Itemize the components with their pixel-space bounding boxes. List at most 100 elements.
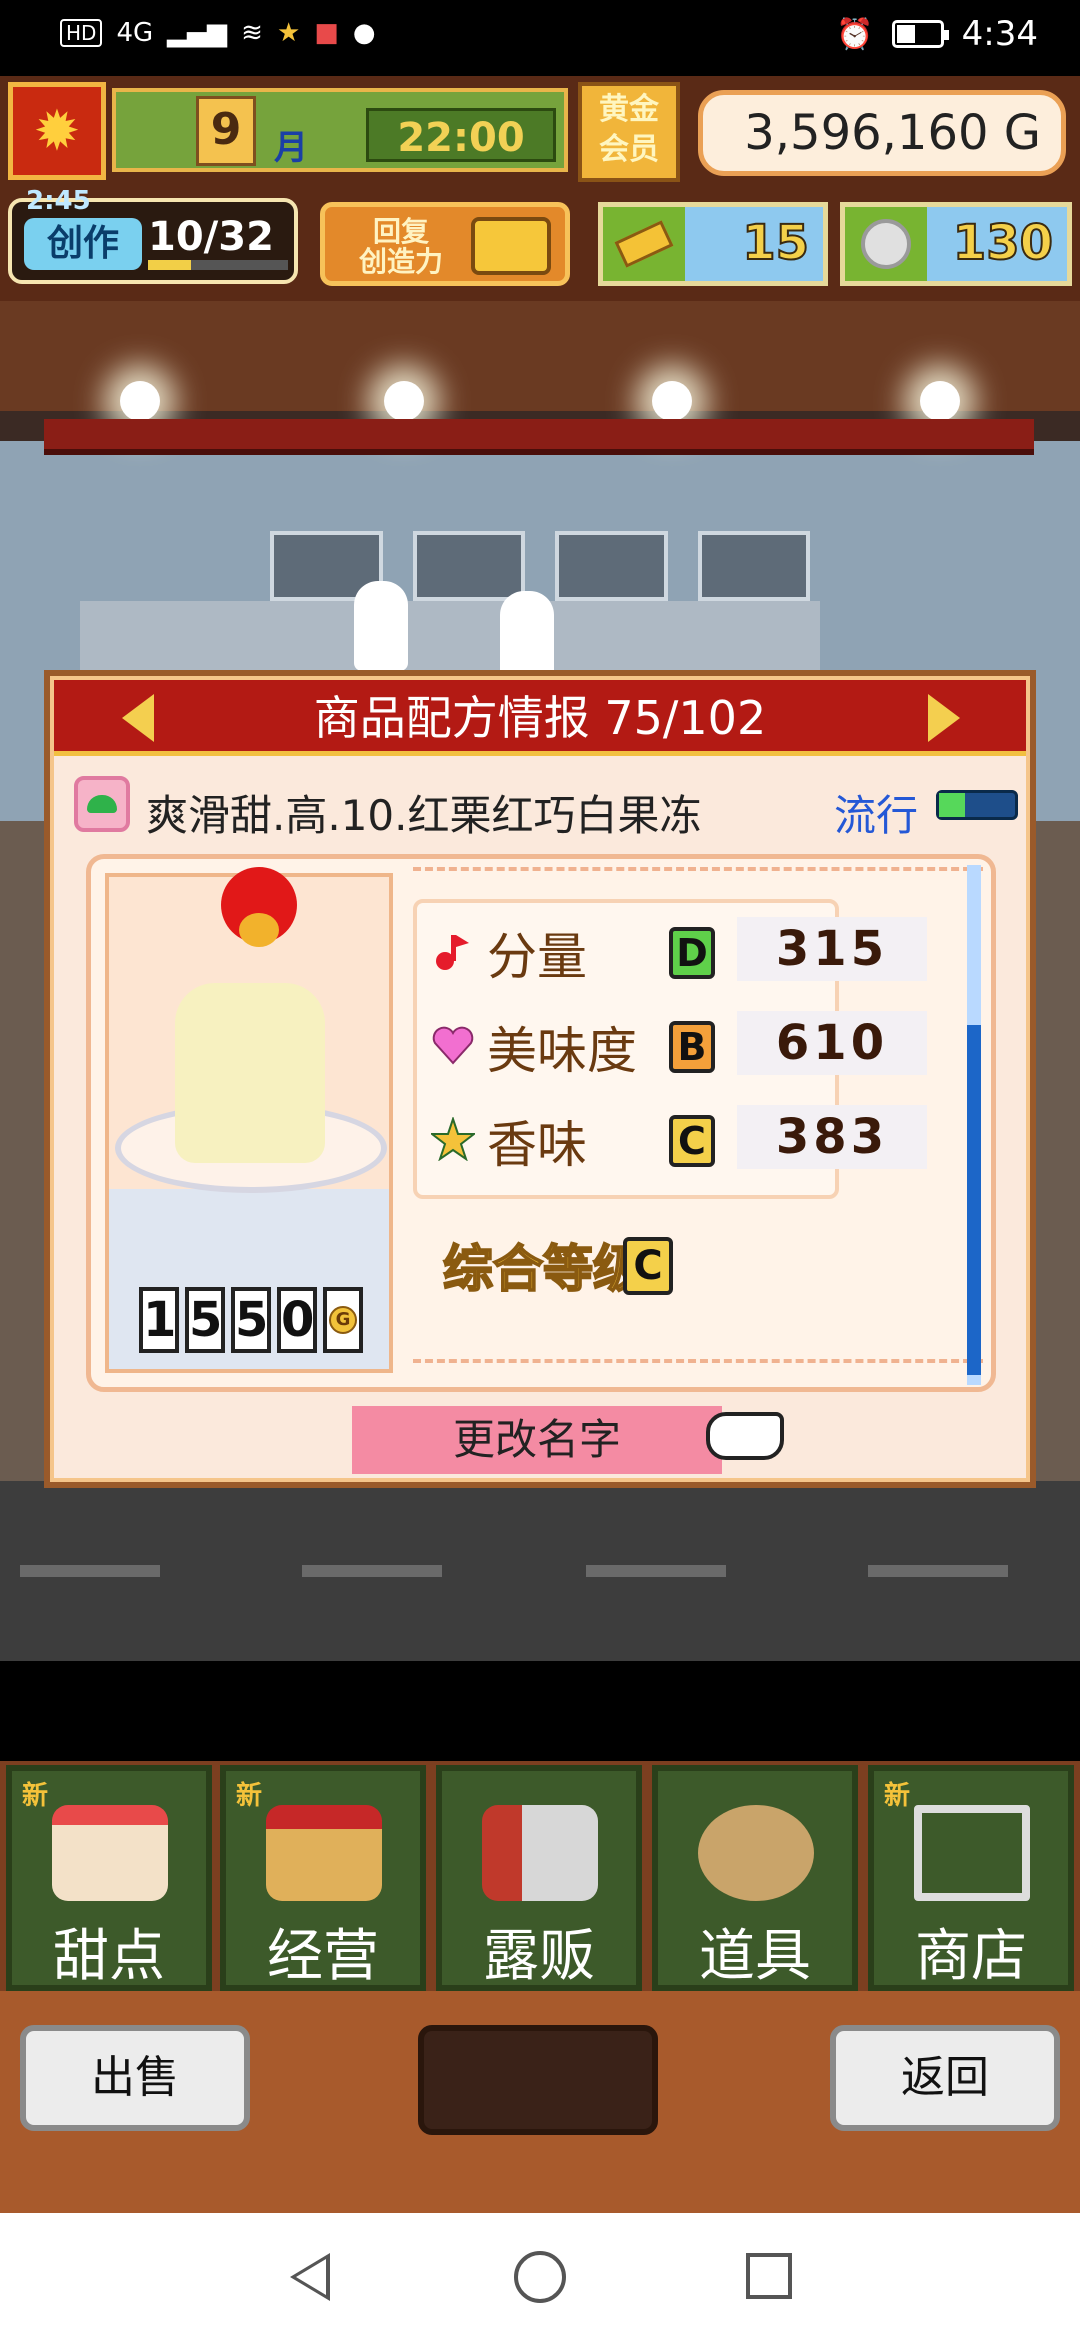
panel-header: 商品配方情报 75/102 — [54, 680, 1026, 756]
hud-top-row: ✹ 9 月 22:00 黄金 会员 3,596,160 G — [8, 82, 1072, 182]
gold-member-badge[interactable]: 黄金 会员 — [578, 82, 680, 182]
gear-bag-icon — [698, 1805, 814, 1901]
product-name: 爽滑甜.高.10.红栗红巧白果冻 — [146, 791, 702, 840]
gold-coin-icon: G — [323, 1287, 363, 1353]
panel-title: 商品配方情报 75/102 — [313, 691, 767, 745]
tv-icon — [471, 217, 551, 275]
stat-grade: C — [669, 1115, 715, 1167]
scrollbar[interactable] — [967, 865, 981, 1385]
signal-icon: ▂▄▆ — [167, 18, 228, 48]
month-label: 月 — [274, 128, 308, 168]
network-type: 4G — [116, 18, 154, 48]
medal-counter: 130 — [840, 202, 1072, 286]
recipe-info-panel: 商品配方情报 75/102 爽滑甜.高.10.红栗红巧白果冻 流行 1 5 5 … — [44, 670, 1036, 1488]
new-badge: 新 — [22, 1781, 49, 1811]
restore-creativity-button[interactable]: 回复 创造力 — [320, 202, 570, 286]
chef-staff — [354, 581, 408, 671]
wifi-icon: ≋ — [241, 18, 263, 48]
ceiling-light — [652, 381, 692, 421]
restore-creativity-label: 回复 创造力 — [358, 215, 443, 278]
battery-icon — [891, 20, 949, 48]
next-arrow-icon[interactable] — [928, 694, 960, 742]
shop-building-icon — [266, 1805, 382, 1901]
creativity-badge: 2:45 创作 10/32 — [8, 186, 298, 284]
divider — [413, 867, 983, 871]
trend-label: 流行 — [834, 791, 919, 840]
ticket-count: 15 — [741, 214, 810, 272]
ceiling-light — [920, 381, 960, 421]
ceiling-light — [120, 381, 160, 421]
nav-recents-icon[interactable] — [746, 2253, 792, 2299]
nav-back-icon[interactable] — [290, 2253, 330, 2301]
overall-grade-label: 综合等级 — [442, 1239, 644, 1299]
medal-icon — [845, 207, 927, 281]
pointing-hand-icon — [706, 1412, 784, 1460]
month-number: 9 — [196, 96, 256, 166]
app-notification-icon: ■ — [314, 18, 339, 48]
stat-row-aroma: 香味 C 383 — [431, 1099, 1001, 1179]
new-badge: 新 — [236, 1781, 263, 1811]
kitchen-windows — [270, 531, 810, 601]
hd-badge: HD — [60, 19, 103, 47]
creativity-value: 10/32 — [148, 214, 274, 260]
street-road — [0, 1481, 1080, 1661]
menu-item-food-truck[interactable]: 露贩 — [436, 1765, 642, 1991]
ceiling-light — [384, 381, 424, 421]
money-display: 3,596,160 G — [698, 90, 1066, 176]
creativity-timer: 2:45 — [26, 186, 91, 216]
back-button[interactable]: 返回 — [830, 2025, 1060, 2131]
jelly-category-icon — [74, 776, 130, 832]
menu-item-store[interactable]: 新 商店 — [868, 1765, 1074, 1991]
topping-highlight — [239, 913, 279, 947]
product-name-row: 爽滑甜.高.10.红栗红巧白果冻 流行 — [72, 774, 1020, 840]
price-digit: 5 — [185, 1287, 225, 1353]
stat-label: 美味度 — [487, 1022, 637, 1080]
medal-count: 130 — [952, 214, 1054, 272]
season-leaf-icon: ✹ — [8, 82, 106, 180]
overall-grade: C — [623, 1237, 673, 1295]
price-display: 1 5 5 0 G — [139, 1287, 363, 1353]
calendar-panel: 9 月 22:00 — [112, 88, 568, 172]
bottom-menu: 新 甜点 新 经营 露贩 道具 新 商店 — [0, 1761, 1080, 1991]
chat-bubble-icon: ● — [352, 18, 376, 48]
star-icon — [431, 1117, 475, 1161]
status-left: HD 4G ▂▄▆ ≋ ★ ■ ● — [60, 18, 376, 48]
sell-button[interactable]: 出售 — [20, 2025, 250, 2131]
dessert-image: 1 5 5 0 G — [105, 867, 393, 1373]
gold-member-label: 黄金 会员 — [599, 92, 659, 167]
star-app-icon: ★ — [276, 18, 301, 48]
menu-item-label: 露贩 — [483, 1924, 595, 1989]
game-time: 22:00 — [366, 108, 556, 162]
stat-grade: D — [669, 927, 715, 979]
rename-button[interactable]: 更改名字 — [352, 1406, 722, 1474]
trend-meter — [936, 790, 1018, 820]
menu-item-desserts[interactable]: 新 甜点 — [6, 1765, 212, 1991]
system-nav-bar — [0, 2213, 1080, 2340]
shop-awning — [44, 419, 1034, 455]
nav-home-icon[interactable] — [514, 2251, 566, 2303]
stat-row-amount: 分量 D 315 — [431, 911, 1001, 991]
price-digit: 1 — [139, 1287, 179, 1353]
food-truck-icon — [482, 1805, 598, 1901]
price-digit: 5 — [231, 1287, 271, 1353]
game-hud: ✹ 9 月 22:00 黄金 会员 3,596,160 G 2:45 创作 10… — [0, 76, 1080, 301]
white-jelly — [175, 983, 325, 1163]
ticket-counter: 15 — [598, 202, 828, 286]
cake-icon — [52, 1805, 168, 1901]
stat-grade: B — [669, 1021, 715, 1073]
menu-item-management[interactable]: 新 经营 — [220, 1765, 426, 1991]
stat-value: 315 — [737, 917, 927, 981]
recipe-detail-frame: 1 5 5 0 G 分量 D 315 美味度 B 610 香味 C 383 综合… — [86, 854, 996, 1392]
stat-value: 383 — [737, 1105, 927, 1169]
alarm-icon: ⏰ — [836, 16, 874, 52]
menu-item-label: 道具 — [699, 1924, 811, 1989]
music-note-icon — [436, 935, 469, 970]
spacer — [0, 1661, 1080, 1761]
scrollbar-thumb[interactable] — [967, 1025, 981, 1375]
creativity-label: 创作 — [24, 218, 142, 270]
menu-item-items[interactable]: 道具 — [652, 1765, 858, 1991]
stat-label: 香味 — [487, 1116, 587, 1174]
divider — [413, 1359, 983, 1363]
ticket-icon — [603, 207, 685, 281]
menu-item-label: 甜点 — [53, 1924, 165, 1989]
